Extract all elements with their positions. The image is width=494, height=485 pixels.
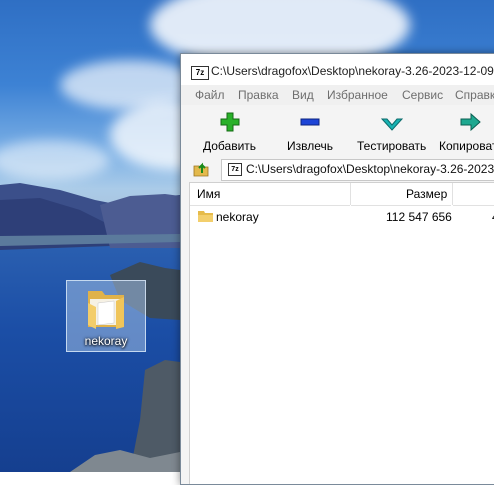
column-header-extra[interactable] <box>453 183 494 206</box>
copy-label: Копировать <box>439 139 494 153</box>
menu-file[interactable]: Файл <box>195 88 225 102</box>
file-manager-window[interactable]: 7z C:\Users\dragofox\Desktop\nekoray-3.2… <box>180 53 494 485</box>
extract-label: Извлечь <box>287 139 334 153</box>
folder-icon <box>198 211 213 222</box>
check-icon <box>381 118 403 131</box>
window-title: C:\Users\dragofox\Desktop\nekoray-3.26-2… <box>211 64 494 78</box>
folder-icon <box>88 291 124 329</box>
column-header-size-label: Размер <box>406 187 448 201</box>
column-header-name[interactable]: Имя <box>190 183 350 206</box>
file-size: 112 547 656 <box>386 210 452 224</box>
title-bar[interactable]: 7z C:\Users\dragofox\Desktop\nekoray-3.2… <box>181 54 494 88</box>
add-label: Добавить <box>203 139 257 153</box>
column-header-name-label: Имя <box>197 187 221 201</box>
folder-up-icon[interactable] <box>193 161 211 177</box>
arrow-right-icon <box>460 112 481 132</box>
column-header-size[interactable]: Размер <box>351 183 451 206</box>
plus-icon <box>220 112 240 132</box>
desktop-icon-nekoray[interactable]: nekoray <box>66 280 146 352</box>
app-icon: 7z <box>191 66 209 80</box>
menu-view[interactable]: Вид <box>292 88 314 102</box>
desktop-icon-label: nekoray <box>84 334 128 348</box>
archive-icon: 7z <box>228 163 242 176</box>
minus-icon <box>300 118 320 126</box>
table-row[interactable]: nekoray 112 547 656 4 <box>190 207 494 226</box>
file-name: nekoray <box>216 210 259 224</box>
test-label: Тестировать <box>357 139 427 153</box>
menu-help[interactable]: Справка <box>455 88 494 102</box>
menu-tools[interactable]: Сервис <box>402 88 443 102</box>
path-input[interactable]: 7z C:\Users\dragofox\Desktop\nekoray-3.2… <box>221 159 494 181</box>
address-bar: 7z C:\Users\dragofox\Desktop\nekoray-3.2… <box>181 155 494 183</box>
file-list[interactable]: Имя Размер nekoray 112 547 656 4 <box>189 182 494 484</box>
menu-edit[interactable]: Правка <box>238 88 279 102</box>
path-text: C:\Users\dragofox\Desktop\nekoray-3.26-2… <box>246 162 494 176</box>
menu-favorites[interactable]: Избранное <box>327 88 388 102</box>
menu-bar: Файл Правка Вид Избранное Сервис Справка <box>181 85 494 105</box>
toolbar: Добавить Извлечь Тестировать Копировать <box>181 105 494 156</box>
